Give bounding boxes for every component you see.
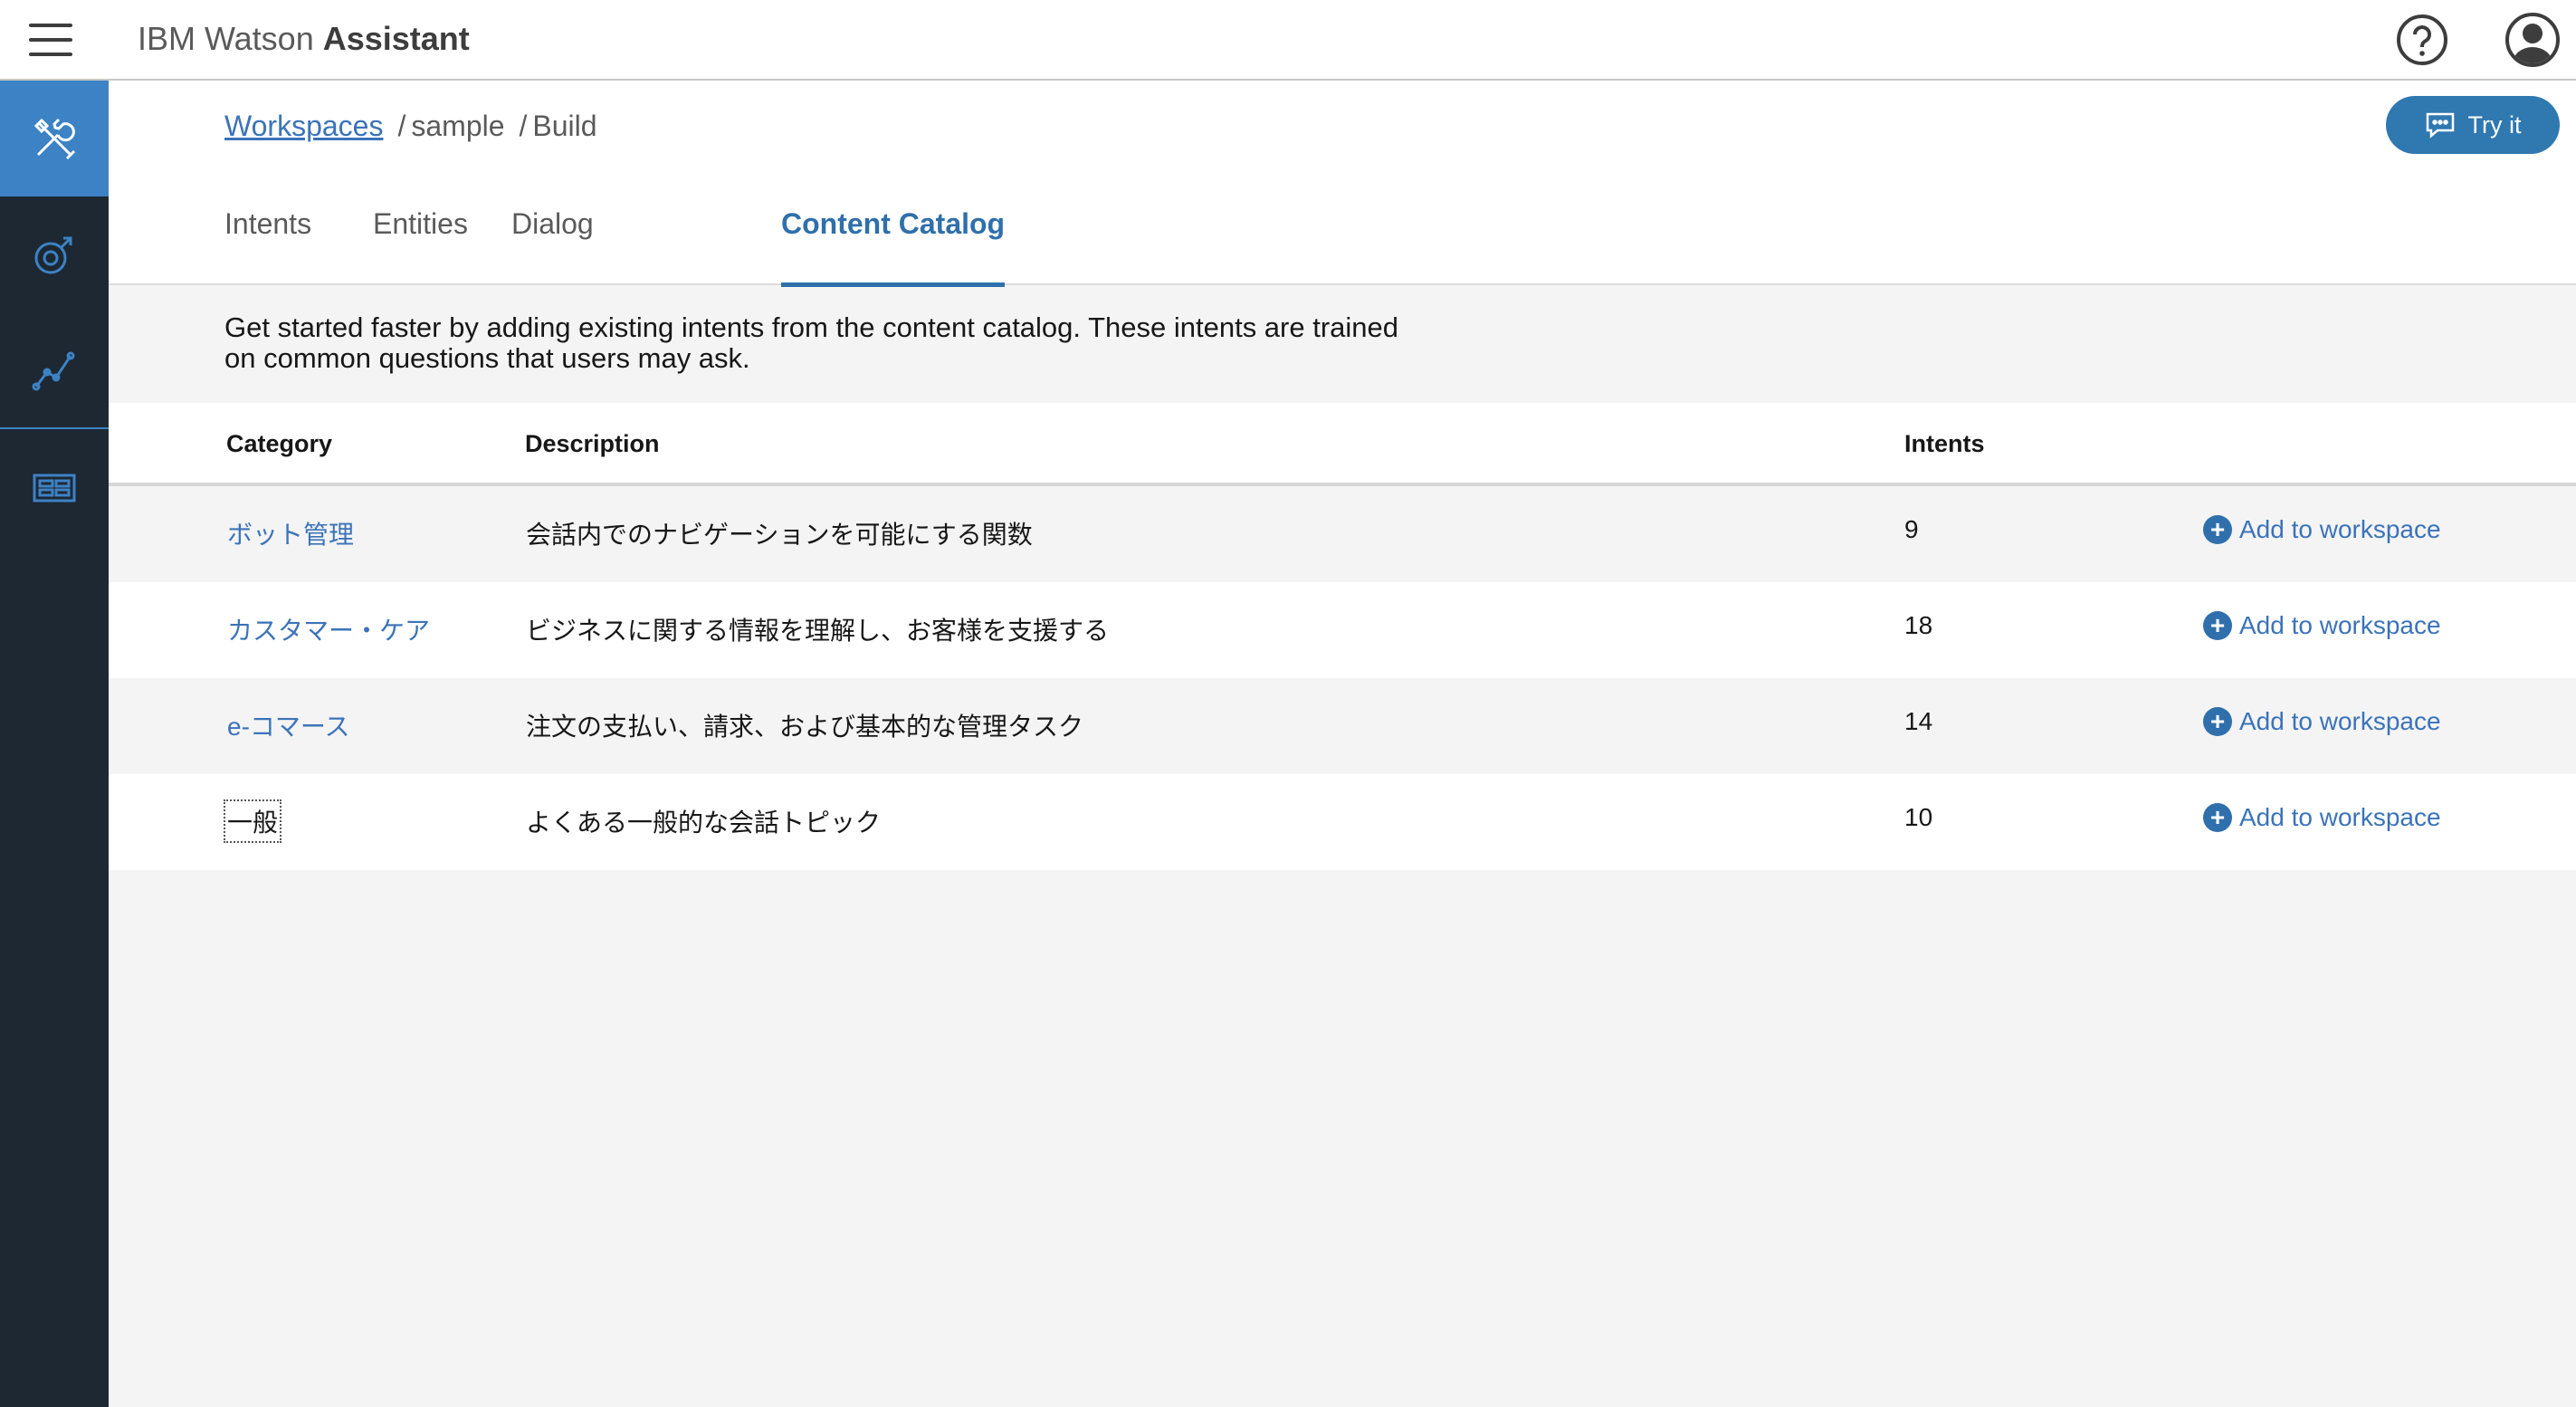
breadcrumb-section: Build: [532, 110, 597, 142]
description-cell: ビジネスに関する情報を理解し、お客様を支援する: [526, 617, 1110, 645]
breadcrumb-separator: /: [519, 110, 528, 142]
build-tools-icon: [33, 118, 76, 160]
app-title-bold: Assistant: [322, 20, 470, 57]
breadcrumb-workspace: sample: [411, 110, 505, 142]
sidebar-item-deploy[interactable]: [0, 196, 109, 312]
workspace-header: Workspaces / sample / Build Try it Intents E…: [109, 81, 2576, 287]
add-circle-icon: +: [2203, 611, 2232, 640]
try-it-button[interactable]: Try it: [2386, 96, 2560, 154]
add-to-workspace-label: Add to workspace: [2239, 707, 2441, 735]
intro-text: Get started faster by adding existing in…: [224, 311, 1399, 374]
menu-icon[interactable]: [25, 22, 76, 58]
app-title: IBM Watson Assistant: [138, 20, 470, 58]
tab-intents[interactable]: Intents: [224, 207, 311, 285]
description-cell: 注文の支払い、請求、および基本的な管理タスク: [526, 713, 1084, 741]
breadcrumb-workspaces-link[interactable]: Workspaces: [224, 110, 383, 142]
intents-count: 14: [1904, 707, 1933, 735]
tab-content-catalog[interactable]: Content Catalog: [781, 207, 1006, 287]
column-header-intents: Intents: [1904, 430, 1985, 457]
column-header-category: Category: [226, 430, 333, 457]
sidebar-divider: [0, 427, 109, 429]
try-it-label: Try it: [2467, 110, 2522, 139]
add-circle-icon: +: [2203, 707, 2232, 736]
table-header: Category Description Intents: [109, 403, 2576, 486]
add-to-workspace-button[interactable]: + Add to workspace: [2203, 611, 2441, 640]
add-to-workspace-label: Add to workspace: [2239, 515, 2441, 543]
add-to-workspace-label: Add to workspace: [2239, 611, 2441, 639]
add-circle-icon: +: [2203, 515, 2232, 544]
deploy-icon: [34, 236, 72, 274]
table-row: ボット管理 会話内でのナビゲーションを可能にする関数 9 + Add to wo…: [109, 486, 2576, 582]
breadcrumb-separator: /: [397, 110, 406, 142]
sidebar-item-build[interactable]: [0, 81, 109, 196]
tab-dialog[interactable]: Dialog: [511, 207, 594, 285]
catalog-icon: [33, 474, 76, 502]
add-to-workspace-button[interactable]: + Add to workspace: [2203, 707, 2441, 736]
category-link[interactable]: 一般: [223, 799, 282, 843]
help-icon[interactable]: [2395, 13, 2449, 67]
category-link[interactable]: カスタマー・ケア: [227, 611, 430, 647]
breadcrumb: Workspaces / sample / Build: [224, 110, 597, 143]
add-to-workspace-button[interactable]: + Add to workspace: [2203, 515, 2441, 544]
add-to-workspace-button[interactable]: + Add to workspace: [2203, 803, 2441, 832]
column-header-description: Description: [525, 430, 660, 457]
table-row: カスタマー・ケア ビジネスに関する情報を理解し、お客様を支援する 18 + Ad…: [109, 582, 2576, 678]
top-bar: IBM Watson Assistant: [0, 0, 2576, 81]
description-cell: 会話内でのナビゲーションを可能にする関数: [526, 521, 1033, 549]
add-to-workspace-label: Add to workspace: [2239, 803, 2441, 831]
sidebar: [0, 81, 109, 1407]
table-row: 一般 よくある一般的な会話トピック 10 + Add to workspace: [109, 774, 2576, 870]
add-circle-icon: +: [2203, 803, 2232, 832]
intents-count: 10: [1904, 803, 1933, 831]
table-row: e-コマース 注文の支払い、請求、および基本的な管理タスク 14 + Add t…: [109, 678, 2576, 774]
chat-bubble-icon: [2426, 112, 2454, 139]
analytics-icon: [32, 351, 75, 391]
tab-entities[interactable]: Entities: [373, 207, 468, 285]
user-avatar-icon[interactable]: [2504, 11, 2562, 69]
description-cell: よくある一般的な会話トピック: [526, 809, 882, 837]
app-title-prefix: IBM Watson: [138, 20, 323, 57]
intents-count: 9: [1904, 515, 1919, 543]
intents-count: 18: [1904, 611, 1933, 639]
sidebar-item-analytics[interactable]: [0, 312, 109, 428]
category-link[interactable]: e-コマース: [227, 707, 350, 743]
sidebar-item-catalog[interactable]: [0, 430, 109, 546]
category-link[interactable]: ボット管理: [227, 515, 354, 551]
